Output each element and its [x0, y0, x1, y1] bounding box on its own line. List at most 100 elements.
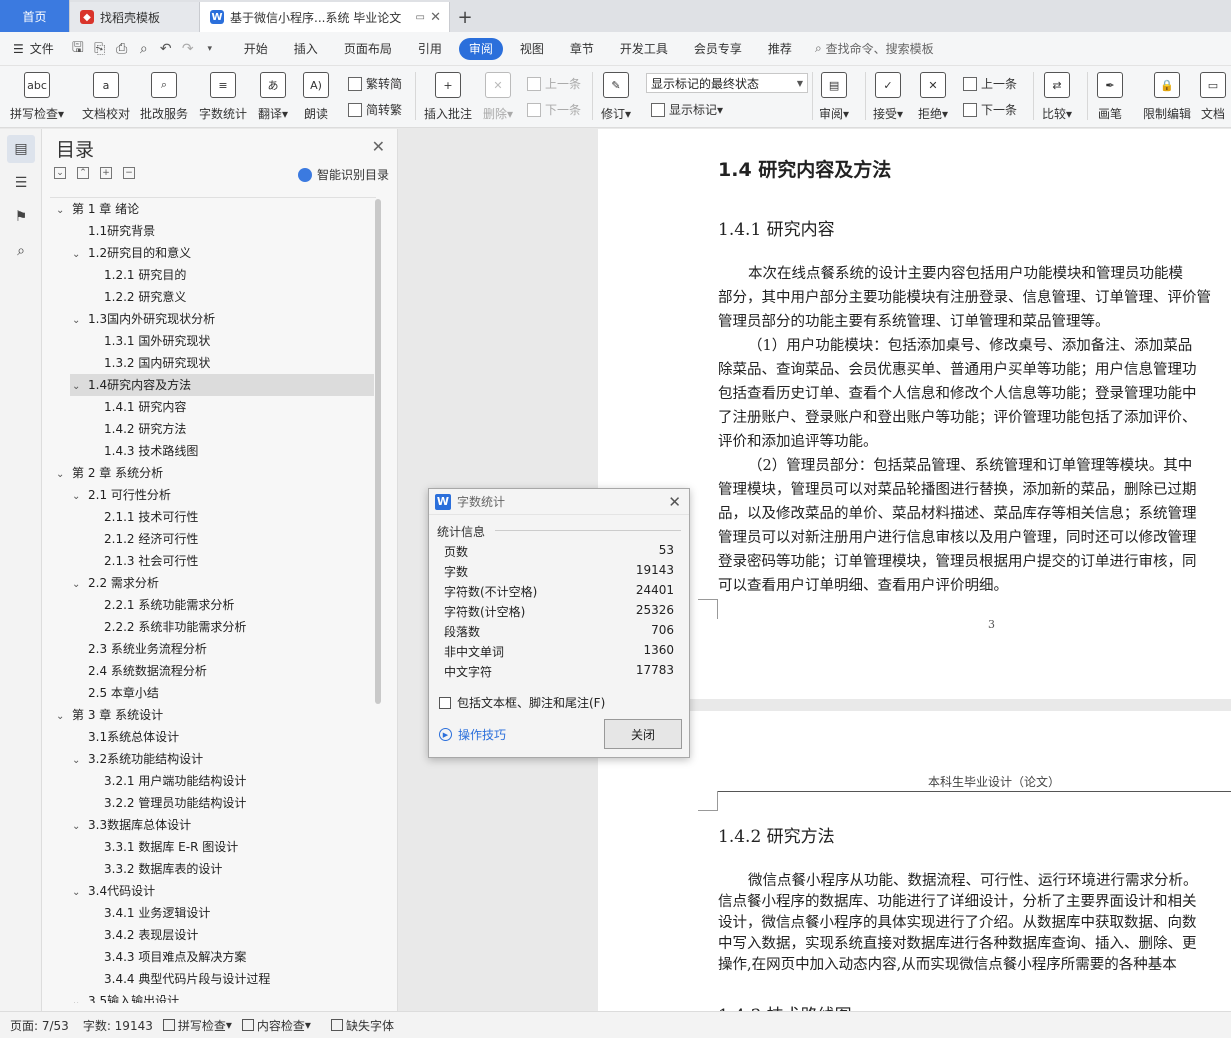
tab-home[interactable]: 首页 [0, 0, 70, 32]
toc-item[interactable]: ⌄ 第 2 章 系统分析 [50, 462, 163, 484]
toc-scrollbar[interactable] [375, 199, 381, 704]
chevron-down-icon[interactable]: ▾ [199, 38, 221, 60]
prev-change-button[interactable]: 上一条 [963, 75, 1017, 92]
translate-button[interactable]: あ 翻译▾ [258, 66, 288, 122]
menu-1[interactable]: 插入 [281, 38, 331, 60]
toc-item[interactable]: ⌄ 1.2研究目的和意义 [50, 242, 191, 264]
reject-button[interactable]: ✕ 拒绝▾ [918, 66, 948, 122]
chevron-down-icon[interactable]: ⌄ [72, 376, 88, 398]
show-markup-button[interactable]: 显示标记 ▾ [651, 101, 723, 118]
chevron-down-icon[interactable]: ⌄ [72, 750, 88, 772]
dialog-titlebar[interactable]: W 字数统计 [429, 489, 689, 515]
document-page[interactable]: 1.4 研究内容及方法 1.4.1 研究内容 本次在线点餐系统的设计主要内容包括… [598, 129, 1231, 699]
toc-item[interactable]: ⌄ 3.2系统功能结构设计 [50, 748, 203, 770]
close-button[interactable]: 关闭 [604, 719, 682, 749]
page-indicator[interactable]: 页面: 7/53 [10, 1017, 69, 1034]
menu-7[interactable]: 开发工具 [607, 38, 681, 60]
pen-button[interactable]: ✒ 画笔 [1097, 66, 1123, 122]
remove-heading-icon[interactable]: − [123, 167, 135, 179]
word-count-button[interactable]: ≡ 字数统计 [199, 66, 247, 122]
chevron-down-icon[interactable]: ⌄ [56, 200, 72, 222]
toc-item[interactable]: ⌄ 3.5输入输出设计 [50, 990, 179, 1003]
chevron-down-icon[interactable]: ⌄ [72, 882, 88, 904]
accept-button[interactable]: ✓ 接受▾ [873, 66, 903, 122]
menu-9[interactable]: 推荐 [755, 38, 805, 60]
toc-item[interactable]: 1.3.2 国内研究现状 [50, 352, 210, 374]
toc-item[interactable]: ⌄ 第 1 章 绪论 [50, 198, 139, 220]
toc-item[interactable]: 1.1研究背景 [50, 220, 155, 242]
read-aloud-button[interactable]: A) 朗读 [303, 66, 329, 122]
toc-item[interactable]: 3.3.1 数据库 E-R 图设计 [50, 836, 238, 858]
toc-item[interactable]: 3.2.1 用户端功能结构设计 [50, 770, 246, 792]
add-heading-icon[interactable]: + [100, 167, 112, 179]
chevron-down-icon[interactable]: ⌄ [72, 244, 88, 266]
spell-check-status[interactable]: 拼写检查 ▾ [162, 1017, 232, 1034]
toc-item[interactable]: 3.4.1 业务逻辑设计 [50, 902, 210, 924]
toc-item[interactable]: 2.1.2 经济可行性 [50, 528, 198, 550]
menu-8[interactable]: 会员专享 [681, 38, 755, 60]
toc-item[interactable]: 1.4.2 研究方法 [50, 418, 186, 440]
toc-item[interactable]: 2.1.3 社会可行性 [50, 550, 198, 572]
chapter-nav-icon[interactable]: ☰ [7, 169, 35, 197]
toc-item[interactable]: 3.2.2 管理员功能结构设计 [50, 792, 246, 814]
toc-item[interactable]: 3.4.4 典型代码片段与设计过程 [50, 968, 270, 990]
document-permission-button[interactable]: ▭ 文档 [1200, 66, 1226, 122]
export-icon[interactable]: ⎘ [89, 38, 111, 60]
track-changes-button[interactable]: ✎ 修订▾ [601, 66, 631, 122]
restrict-edit-button[interactable]: 🔒 限制编辑 [1143, 66, 1191, 122]
bookmark-icon[interactable]: ⚑ [7, 203, 35, 231]
preview-icon[interactable]: ⌕ [133, 38, 155, 60]
tab-templates[interactable]: ◆ 找稻壳模板 [70, 2, 200, 32]
chevron-down-icon[interactable]: ⌄ [72, 992, 88, 1003]
tab-close-icon[interactable]: ✕ [430, 10, 441, 25]
trad-to-simp-button[interactable]: 繁转简 [348, 75, 402, 92]
toc-item[interactable]: ⌄ 1.3国内外研究现状分析 [50, 308, 215, 330]
insert-comment-button[interactable]: + 插入批注 [424, 66, 472, 122]
smart-toc-button[interactable]: 智能识别目录 [297, 166, 389, 183]
chevron-down-icon[interactable]: ⌄ [56, 464, 72, 486]
document-page[interactable]: 本科生毕业设计（论文） 1.4.2 研究方法 微信点餐小程序从功能、数据流程、可… [598, 711, 1231, 1011]
include-textbox-checkbox[interactable]: 包括文本框、脚注和尾注(F) [439, 694, 605, 711]
prev-comment-button[interactable]: 上一条 [527, 75, 581, 92]
toc-panel-icon[interactable]: ▤ [7, 135, 35, 163]
redo-icon[interactable]: ↷ [177, 38, 199, 60]
next-comment-button[interactable]: 下一条 [527, 101, 581, 118]
toc-item[interactable]: 2.2.2 系统非功能需求分析 [50, 616, 246, 638]
toc-item[interactable]: 2.4 系统数据流程分析 [50, 660, 207, 682]
toc-item[interactable]: 1.2.1 研究目的 [50, 264, 186, 286]
chevron-down-icon[interactable]: ⌄ [72, 486, 88, 508]
toc-item[interactable]: 1.4.3 技术路线图 [50, 440, 198, 462]
expand-up-icon[interactable]: ⌃ [77, 167, 89, 179]
command-search[interactable]: ⌕ 查找命令、搜索模板 [815, 40, 934, 57]
menu-4[interactable]: 审阅 [458, 37, 503, 60]
toc-item[interactable]: 3.1系统总体设计 [50, 726, 179, 748]
close-icon[interactable]: ✕ [372, 137, 385, 156]
chevron-down-icon[interactable]: ⌄ [72, 816, 88, 838]
save-icon[interactable]: 🖫 [67, 38, 89, 60]
toc-item[interactable]: 1.3.1 国外研究现状 [50, 330, 210, 352]
toc-item[interactable]: 2.2.1 系统功能需求分析 [50, 594, 234, 616]
simp-to-trad-button[interactable]: 简转繁 [348, 101, 402, 118]
toc-item[interactable]: 2.5 本章小结 [50, 682, 159, 704]
toc-item[interactable]: 1.2.2 研究意义 [50, 286, 186, 308]
monitor-icon[interactable]: ▭ [416, 12, 425, 23]
missing-font-status[interactable]: 缺失字体 [330, 1017, 394, 1034]
toc-item[interactable]: ⌄ 2.1 可行性分析 [50, 484, 171, 506]
menu-3[interactable]: 引用 [405, 38, 455, 60]
menu-2[interactable]: 页面布局 [331, 38, 405, 60]
menu-6[interactable]: 章节 [557, 38, 607, 60]
collapse-all-icon[interactable]: ⌄ [54, 167, 66, 179]
tab-document[interactable]: W 基于微信小程序...系统 毕业论文 ▭ ✕ [200, 2, 450, 32]
batch-service-button[interactable]: ⌕ 批改服务 [140, 66, 188, 122]
content-check-status[interactable]: 内容检查 ▾ [241, 1017, 311, 1034]
undo-icon[interactable]: ↶ [155, 38, 177, 60]
toc-item[interactable]: ⌄ 3.3数据库总体设计 [50, 814, 191, 836]
markup-state-select[interactable]: 显示标记的最终状态 ▼ [646, 73, 808, 93]
chevron-down-icon[interactable]: ⌄ [56, 706, 72, 728]
menu-5[interactable]: 视图 [507, 38, 557, 60]
review-pane-button[interactable]: ▤ 审阅▾ [819, 66, 849, 122]
toc-item[interactable]: 3.3.2 数据库表的设计 [50, 858, 222, 880]
tips-link[interactable]: ▶ 操作技巧 [439, 726, 506, 743]
toc-item[interactable]: 2.1.1 技术可行性 [50, 506, 198, 528]
toc-item[interactable]: ⌄ 第 3 章 系统设计 [50, 704, 163, 726]
